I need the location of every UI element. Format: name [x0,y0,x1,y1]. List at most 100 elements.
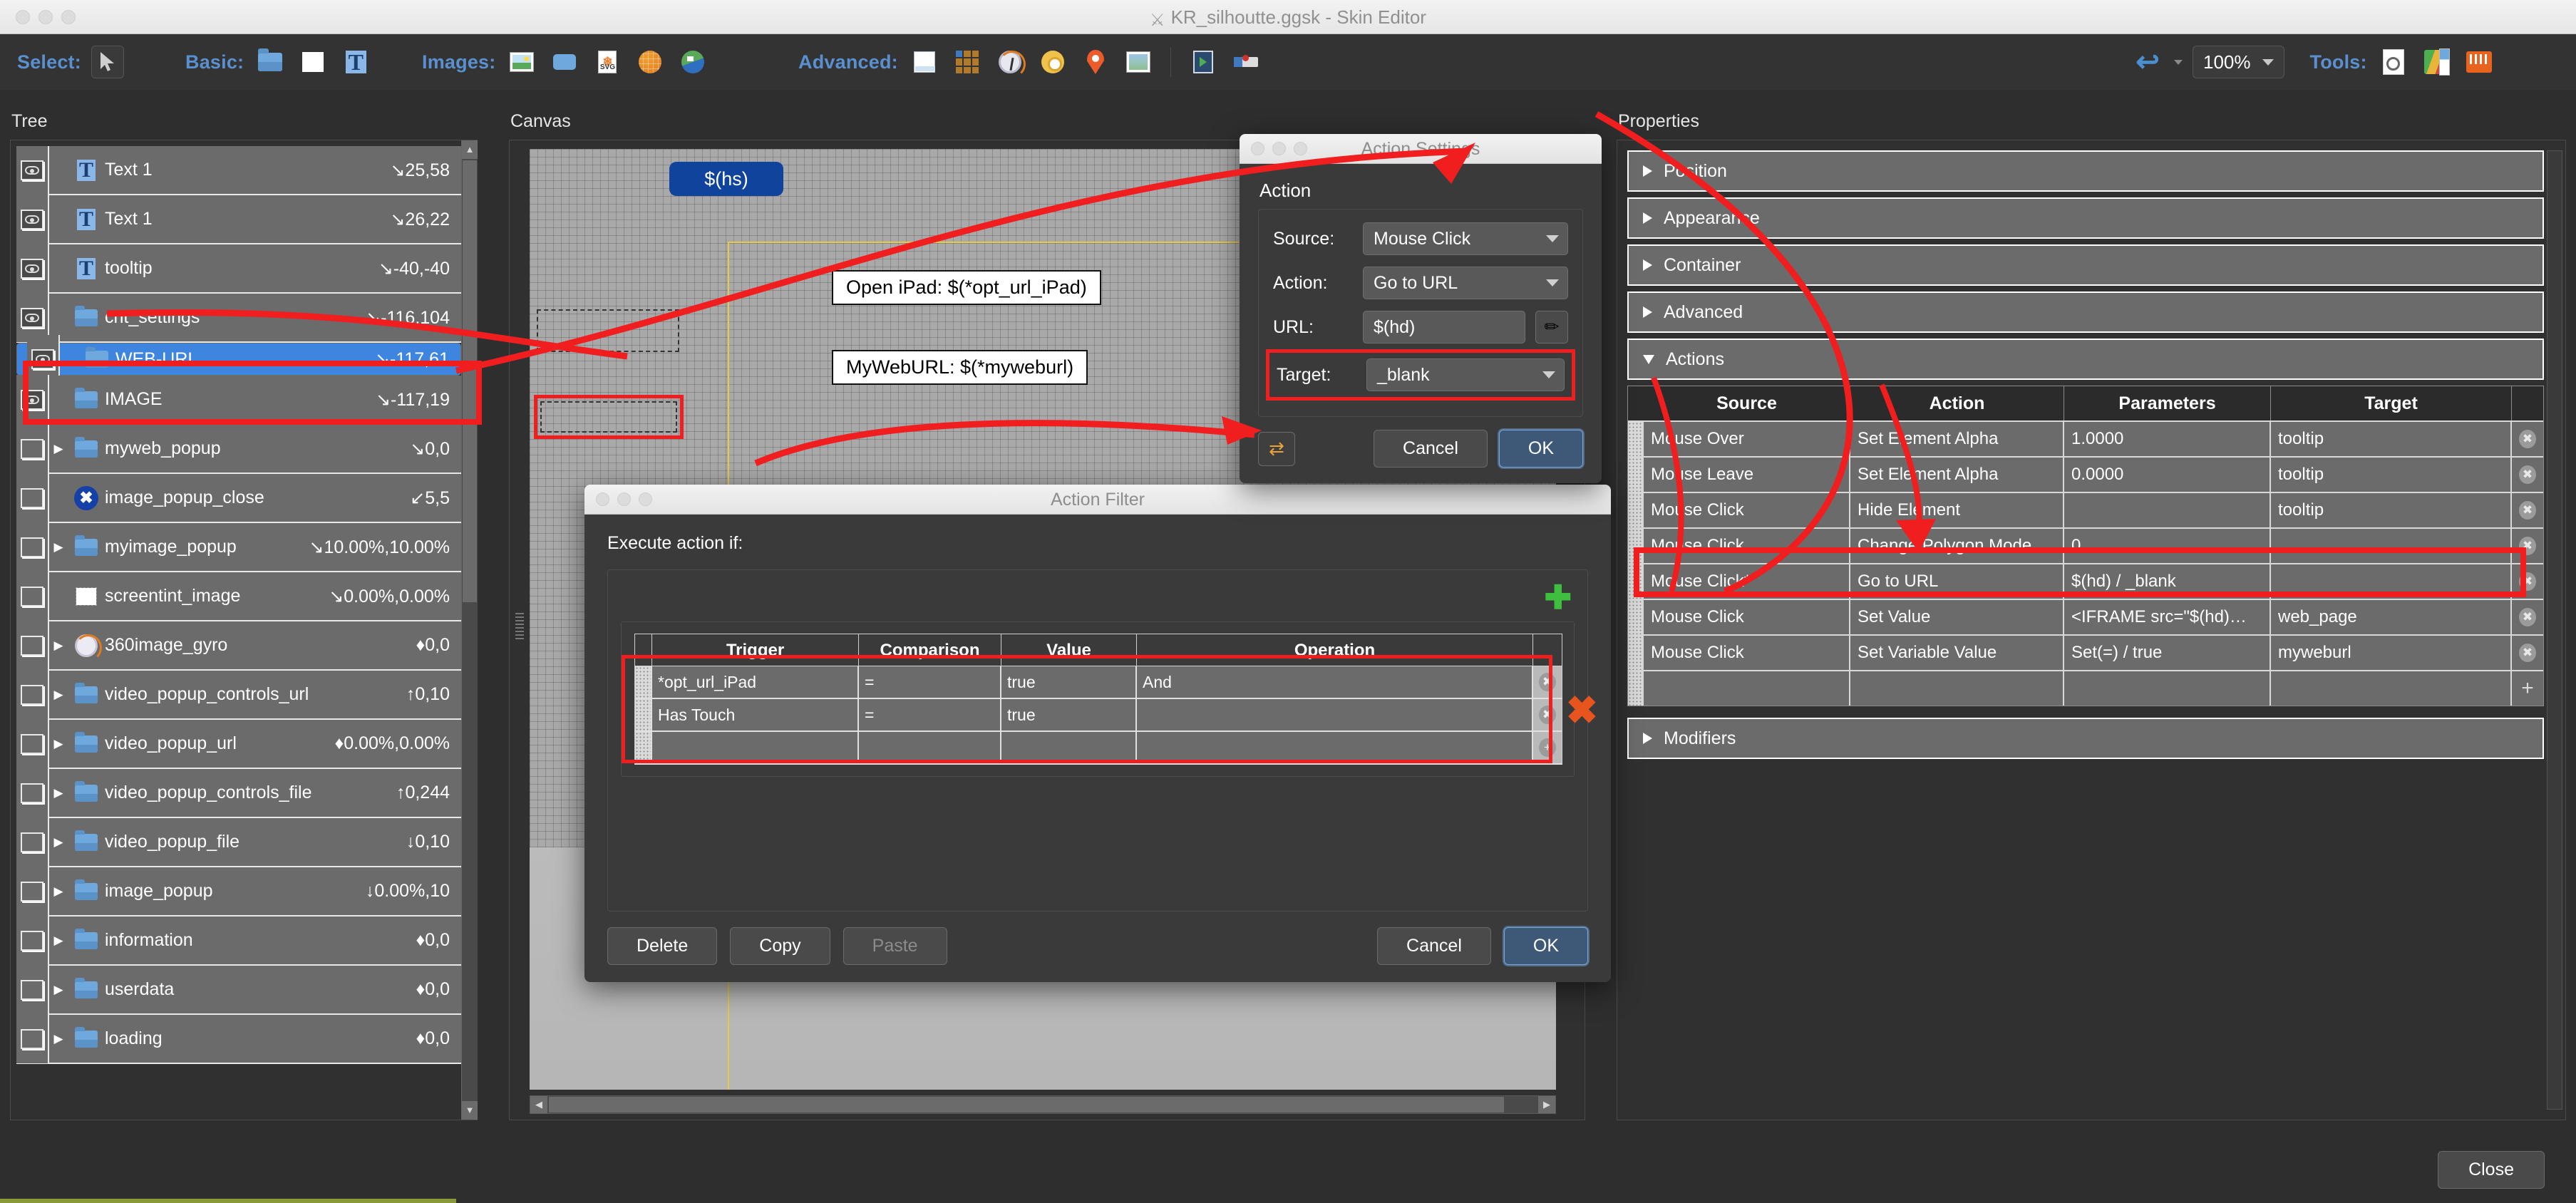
inspector-icon[interactable] [2377,46,2410,78]
visibility-toggle[interactable] [16,424,49,473]
properties-scrollbar[interactable] [2547,150,2562,1110]
properties-section-appearance[interactable]: Appearance [1627,197,2544,239]
compass-icon[interactable] [994,46,1026,78]
drag-handle[interactable] [1628,564,1644,599]
drag-handle[interactable] [1628,458,1644,492]
canvas-selected-element[interactable] [534,395,684,439]
expand-arrow-icon[interactable]: ▶ [49,786,68,800]
properties-section-modifiers[interactable]: Modifiers [1627,718,2544,759]
target-select[interactable]: _blank [1366,358,1565,391]
tree-item-video-popup-file[interactable]: ▶ video_popup_file ↓0,10 [16,817,461,867]
delete-filter-row-icon[interactable]: ✖ [1533,666,1562,698]
tree-item-text-1[interactable]: T Text 1 ↘25,58 [16,146,461,195]
cancel-button[interactable]: Cancel [1377,927,1491,965]
expand-arrow-icon[interactable]: ▶ [49,1032,68,1046]
canvas-hscrollbar[interactable]: ◀ ▶ [530,1095,1556,1114]
toolbox-icon[interactable] [2463,46,2495,78]
tree-item-userdata[interactable]: ▶ userdata ♦0,0 [16,965,461,1015]
scroll-down-icon[interactable]: ▼ [462,1101,478,1120]
visibility-toggle[interactable] [16,965,49,1014]
tree-item-video-popup-controls-url[interactable]: ▶ video_popup_controls_url ↑0,10 [16,670,461,720]
tree-item-web-url[interactable]: WEB-URL ↘-117,61 [16,334,461,384]
properties-section-container[interactable]: Container [1627,244,2544,286]
delete-action-icon[interactable]: ✖ [2512,422,2543,456]
expand-arrow-icon[interactable]: ▶ [49,737,68,751]
drag-handle[interactable] [1628,600,1644,634]
visibility-toggle[interactable] [16,916,49,965]
delete-action-icon[interactable]: ✖ [2512,600,2543,634]
visibility-toggle[interactable] [16,817,49,867]
tree-list[interactable]: T Text 1 ↘25,58 T Text 1 ↘26,22 Ttooltip ↘-40,-… [16,146,461,1115]
drag-handle[interactable] [635,666,652,698]
actions-table-body[interactable]: Mouse Over Set Element Alpha 1.0000 tooltip… [1628,420,2543,706]
palette-icon[interactable] [2420,46,2453,78]
properties-section-actions[interactable]: Actions [1627,339,2544,380]
rectangle-icon[interactable] [297,46,329,78]
add-filter-row-icon[interactable]: + [1533,732,1562,763]
filter-table-row[interactable]: *opt_url_iPad = true And ✖ [634,666,1562,699]
grid-icon[interactable] [951,46,984,78]
swap-action-icon[interactable]: ⇄ [1258,431,1295,466]
progressbar-icon[interactable] [1230,46,1262,78]
canvas-label-myweburl[interactable]: MyWebURL: $(*myweburl) [832,350,1088,385]
expand-arrow-icon[interactable]: ▶ [49,983,68,997]
map-globe-icon[interactable] [676,46,709,78]
visibility-toggle[interactable] [16,375,49,424]
visibility-toggle[interactable] [16,621,49,670]
video-icon[interactable] [1187,46,1220,78]
delete-filter-row-icon[interactable]: ✖ [1533,699,1562,730]
tree-item-tooltip[interactable]: Ttooltip ↘-40,-40 [16,244,461,294]
pencil-icon[interactable]: ✏ [1535,311,1568,344]
delete-action-icon[interactable]: ✖ [2512,636,2543,670]
expand-arrow-icon[interactable]: ▶ [49,442,68,456]
map-pin-icon[interactable] [1079,46,1112,78]
add-icon[interactable]: ✚ [1544,581,1572,614]
tree-item-screentint-image[interactable]: screentint_image ↘0.00%,0.00% [16,572,461,621]
canvas-splitter-handle[interactable] [515,611,524,639]
scroll-left-icon[interactable]: ◀ [530,1096,547,1113]
url-input[interactable]: $(hd) [1363,311,1525,344]
scroll-up-icon[interactable]: ▲ [462,140,478,159]
tree-item-cnt-settings[interactable]: cnt_settings ↘-116,104 [16,293,461,343]
filter-operation[interactable] [1137,699,1533,730]
filter-row-empty[interactable]: + [634,732,1562,765]
actions-table-row[interactable]: Mouse Click Set Variable Value Set(=) / tr… [1628,634,2543,670]
canvas-element-outline[interactable] [537,309,679,352]
tree-item-myimage-popup[interactable]: ▶ myimage_popup ↘10.00%,10.00% [16,522,461,572]
visibility-toggle[interactable] [16,244,49,293]
text-icon[interactable]: T [339,46,372,78]
cancel-button[interactable]: Cancel [1374,430,1488,468]
tree-item-information[interactable]: ▶ information ♦0,0 [16,916,461,966]
properties-section-position[interactable]: Position [1627,150,2544,192]
undo-icon[interactable]: ↩ [2131,46,2164,78]
cursor-icon[interactable] [91,46,124,78]
visibility-toggle[interactable] [16,146,49,195]
expand-arrow-icon[interactable]: ▶ [49,639,68,653]
actions-table-row[interactable]: Mouse Click* Go to URL $(hd) / _blank ✖ [1628,563,2543,599]
filter-comparison[interactable]: = [859,699,1001,730]
delete-action-icon[interactable]: ✖ [2512,458,2543,492]
canvas-hscroll-thumb[interactable] [549,1097,1504,1112]
ok-button[interactable]: OK [1503,927,1588,965]
tree-item-360image-gyro[interactable]: ▶ 360image_gyro ♦0,0 [16,621,461,671]
drag-handle[interactable] [1628,636,1644,670]
expand-arrow-icon[interactable]: ▶ [49,540,68,554]
scroll-right-icon[interactable]: ▶ [1538,1096,1555,1113]
expand-arrow-icon[interactable]: ▶ [49,934,68,948]
visibility-toggle[interactable] [16,195,49,244]
filter-value[interactable]: true [1001,666,1137,698]
visibility-toggle[interactable] [16,473,49,522]
drag-handle[interactable] [635,699,652,730]
360-globe-icon[interactable] [634,46,666,78]
hotspot-badge[interactable]: $(hs) [669,162,783,196]
undo-dropdown-icon[interactable] [2174,59,2183,65]
tree-item-image-popup-close[interactable]: ✖ image_popup_close ↙5,5 [16,473,461,523]
add-action-icon[interactable]: + [2512,671,2543,706]
filter-operation[interactable]: And [1137,666,1533,698]
filter-table-row[interactable]: Has Touch = true ✖ [634,699,1562,732]
visibility-toggle[interactable] [16,522,49,572]
tree-item-video-popup-url[interactable]: ▶ video_popup_url ♦0.00%,0.00% [16,719,461,769]
delete-action-icon[interactable]: ✖ [2512,493,2543,527]
delete-action-icon[interactable]: ✖ [2512,564,2543,599]
copy-button[interactable]: Copy [730,927,830,965]
